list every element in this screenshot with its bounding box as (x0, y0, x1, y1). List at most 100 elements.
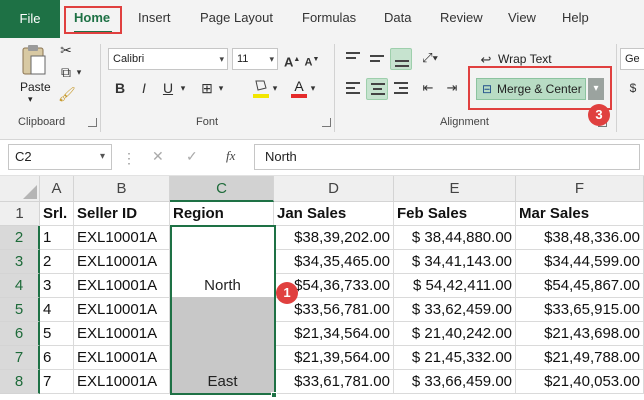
header-cell-jan-sales[interactable]: Jan Sales (274, 202, 394, 226)
table-cell[interactable]: $ 33,62,459.00 (394, 298, 516, 322)
row-header-2[interactable]: 2 (0, 226, 40, 250)
column-header-b[interactable]: B (74, 176, 170, 202)
insert-function-icon[interactable]: fx (226, 148, 235, 164)
increase-font-icon[interactable]: A▲ (284, 50, 300, 72)
table-cell[interactable]: $ 33,66,459.00 (394, 370, 516, 394)
align-left-button[interactable] (342, 78, 364, 100)
header-cell-region[interactable]: Region (170, 202, 274, 226)
table-cell[interactable]: $33,65,915.00 (516, 298, 644, 322)
table-cell[interactable]: $34,35,465.00 (274, 250, 394, 274)
column-header-d[interactable]: D (274, 176, 394, 202)
tab-page-layout[interactable]: Page Layout (200, 10, 273, 25)
table-cell[interactable]: $21,49,788.00 (516, 346, 644, 370)
clipboard-launcher-icon[interactable] (88, 118, 97, 127)
column-header-e[interactable]: E (394, 176, 516, 202)
tab-view[interactable]: View (508, 10, 536, 25)
header-cell-seller-id[interactable]: Seller ID (74, 202, 170, 226)
header-cell-srl[interactable]: Srl. (40, 202, 74, 226)
underline-dropdown-icon[interactable]: ▾ (178, 78, 188, 98)
column-header-a[interactable]: A (40, 176, 74, 202)
underline-button[interactable]: U (160, 78, 176, 98)
font-launcher-icon[interactable] (322, 118, 331, 127)
table-cell[interactable]: 1 (40, 226, 74, 250)
merged-cell-east[interactable]: East (171, 370, 274, 394)
font-size-dropdown[interactable]: 11 ▾ (232, 48, 278, 70)
fill-handle[interactable] (271, 392, 277, 398)
table-cell[interactable]: EXL10001A (74, 346, 170, 370)
table-cell[interactable]: EXL10001A (74, 370, 170, 394)
table-cell[interactable]: EXL10001A (74, 298, 170, 322)
table-cell[interactable]: $34,44,599.00 (516, 250, 644, 274)
number-format-dropdown[interactable]: Ge (620, 48, 644, 70)
table-cell[interactable]: EXL10001A (74, 274, 170, 298)
cut-icon[interactable]: ✂ (58, 40, 74, 60)
header-cell-feb-sales[interactable]: Feb Sales (394, 202, 516, 226)
table-cell[interactable]: 4 (40, 298, 74, 322)
formula-input[interactable]: North (254, 144, 640, 170)
paste-button[interactable]: Paste ▾ (14, 42, 54, 104)
merged-cell-north[interactable]: North (171, 274, 274, 298)
header-cell-mar-sales[interactable]: Mar Sales (516, 202, 644, 226)
bottom-align-button[interactable] (390, 48, 412, 70)
table-cell[interactable]: EXL10001A (74, 322, 170, 346)
align-center-button[interactable] (366, 78, 388, 100)
orientation-icon[interactable]: ⤢▾ (418, 48, 442, 68)
enter-icon[interactable]: ✓ (186, 148, 198, 165)
table-cell[interactable]: 5 (40, 322, 74, 346)
font-color-dropdown-icon[interactable]: ▾ (308, 78, 318, 98)
table-cell[interactable]: 6 (40, 346, 74, 370)
tab-data[interactable]: Data (384, 10, 411, 25)
align-right-button[interactable] (390, 78, 412, 100)
tab-file[interactable]: File (0, 0, 60, 38)
middle-align-button[interactable] (366, 48, 388, 70)
table-cell[interactable]: $33,61,781.00 (274, 370, 394, 394)
row-header-6[interactable]: 6 (0, 322, 40, 346)
bold-button[interactable]: B (112, 78, 128, 98)
copy-dropdown-icon[interactable]: ▾ (74, 62, 84, 82)
tab-help[interactable]: Help (562, 10, 589, 25)
font-name-dropdown[interactable]: Calibri ▾ (108, 48, 228, 70)
table-cell[interactable]: $38,39,202.00 (274, 226, 394, 250)
tab-formulas[interactable]: Formulas (302, 10, 356, 25)
italic-button[interactable]: I (136, 78, 152, 98)
table-cell[interactable]: EXL10001A (74, 226, 170, 250)
select-all-corner[interactable] (0, 176, 40, 202)
fill-color-icon[interactable] (252, 78, 270, 100)
row-header-5[interactable]: 5 (0, 298, 40, 322)
table-cell[interactable]: $21,40,053.00 (516, 370, 644, 394)
row-header-4[interactable]: 4 (0, 274, 40, 298)
table-cell[interactable]: $38,48,336.00 (516, 226, 644, 250)
fill-color-dropdown-icon[interactable]: ▾ (270, 78, 280, 98)
table-cell[interactable]: $ 38,44,880.00 (394, 226, 516, 250)
decrease-indent-icon[interactable]: ⇤ (418, 78, 438, 98)
table-cell[interactable]: 3 (40, 274, 74, 298)
table-cell[interactable]: $21,43,698.00 (516, 322, 644, 346)
borders-dropdown-icon[interactable]: ▾ (216, 78, 226, 98)
copy-icon[interactable]: ⧉ (58, 62, 74, 82)
decrease-font-icon[interactable]: A▼ (304, 50, 320, 73)
table-cell[interactable]: $54,45,867.00 (516, 274, 644, 298)
top-align-button[interactable] (342, 48, 364, 70)
name-box[interactable]: C2 ▾ (8, 144, 112, 170)
table-cell[interactable]: $ 54,42,411.00 (394, 274, 516, 298)
table-cell[interactable]: 7 (40, 370, 74, 394)
format-painter-icon[interactable]: 🖌 (58, 84, 76, 104)
table-cell[interactable]: $21,39,564.00 (274, 346, 394, 370)
table-cell[interactable]: $ 34,41,143.00 (394, 250, 516, 274)
table-cell[interactable]: $ 21,45,332.00 (394, 346, 516, 370)
table-cell[interactable]: $21,34,564.00 (274, 322, 394, 346)
font-color-icon[interactable]: A (290, 78, 308, 100)
increase-indent-icon[interactable]: ⇥ (442, 78, 462, 98)
row-header-7[interactable]: 7 (0, 346, 40, 370)
row-header-3[interactable]: 3 (0, 250, 40, 274)
column-header-c[interactable]: C (170, 176, 274, 202)
table-cell[interactable]: EXL10001A (74, 250, 170, 274)
table-cell[interactable]: $ 21,40,242.00 (394, 322, 516, 346)
table-cell[interactable]: 2 (40, 250, 74, 274)
cancel-icon[interactable]: ✕ (152, 148, 164, 165)
currency-format-icon[interactable]: $ (624, 78, 642, 98)
tab-insert[interactable]: Insert (138, 10, 171, 25)
borders-icon[interactable]: ⊞ (198, 78, 216, 98)
column-header-f[interactable]: F (516, 176, 644, 202)
row-header-1[interactable]: 1 (0, 202, 40, 226)
